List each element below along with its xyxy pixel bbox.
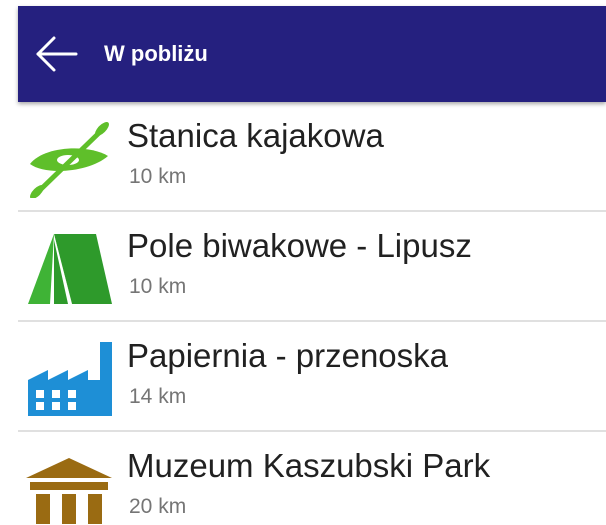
list-item[interactable]: Muzeum Kaszubski Park 20 km xyxy=(18,432,606,525)
factory-icon xyxy=(24,340,114,418)
back-button[interactable] xyxy=(34,34,78,74)
item-distance: 10 km xyxy=(129,165,187,188)
list-item[interactable]: Stanica kajakowa 10 km xyxy=(18,102,606,212)
item-title: Stanica kajakowa xyxy=(127,117,384,154)
item-title: Papiernia - przenoska xyxy=(127,337,449,374)
screen: W pobliżu Stanica kajakowa 10 km Pole bi… xyxy=(0,0,606,525)
side-gap xyxy=(0,6,18,102)
item-distance: 14 km xyxy=(129,385,187,408)
item-title: Pole biwakowe - Lipusz xyxy=(127,227,472,264)
nearby-list: Stanica kajakowa 10 km Pole biwakowe - L… xyxy=(18,102,606,525)
app-toolbar: W pobliżu xyxy=(18,6,606,102)
item-distance: 10 km xyxy=(129,275,187,298)
item-distance: 20 km xyxy=(129,495,187,518)
list-item[interactable]: Pole biwakowe - Lipusz 10 km xyxy=(18,212,606,322)
item-title: Muzeum Kaszubski Park xyxy=(127,447,491,484)
list-item[interactable]: Papiernia - przenoska 14 km xyxy=(18,322,606,432)
tent-icon xyxy=(24,230,114,308)
arrow-left-icon xyxy=(36,36,78,72)
page-title: W pobliżu xyxy=(104,41,208,66)
kayak-icon xyxy=(24,120,114,199)
museum-icon xyxy=(24,450,114,525)
